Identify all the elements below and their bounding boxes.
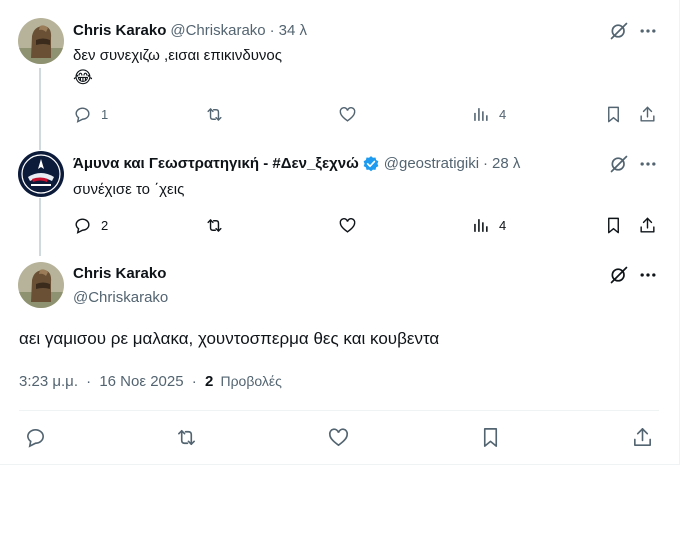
reply-button[interactable]: 1 (73, 105, 108, 124)
retweet-icon (207, 108, 222, 121)
verified-badge-icon (362, 155, 380, 173)
share-icon (634, 428, 651, 446)
views-icon (474, 108, 488, 121)
author-name[interactable]: Chris Karako (73, 21, 166, 41)
like-button[interactable] (327, 426, 351, 450)
divider (19, 410, 659, 411)
tweet-meta: 3:23 μ.μ. · 16 Νοε 2025 · 2 Προβολές (19, 371, 282, 392)
like-icon (339, 107, 356, 122)
author-name[interactable]: Chris Karako (73, 264, 166, 284)
reply-count: 1 (101, 107, 109, 122)
tweet-time[interactable]: 28 λ (492, 154, 520, 174)
bookmark-icon (483, 428, 498, 447)
like-button[interactable] (338, 216, 357, 235)
more-icon[interactable] (637, 20, 659, 42)
reply-button[interactable]: 2 (73, 216, 108, 235)
separator: · (269, 22, 275, 39)
bookmark-button[interactable] (479, 426, 503, 450)
avatar[interactable] (18, 262, 64, 308)
separator: · (483, 155, 489, 172)
separator: · (191, 373, 197, 390)
views-icon (474, 219, 488, 232)
bookmark-button[interactable] (604, 216, 623, 235)
conversation-panel: Chris Karako @Chriskarako · 34 λ δεν συν… (0, 0, 680, 465)
reply-icon (75, 218, 90, 234)
author-handle[interactable]: @geostratigiki (384, 154, 479, 174)
tweet-header: Chris Karako @Chriskarako · 34 λ (73, 21, 307, 41)
more-icon[interactable] (637, 264, 659, 286)
tweet-time[interactable]: 34 λ (279, 21, 307, 41)
views-count: 2 (204, 373, 214, 390)
tweet-time[interactable]: 3:23 μ.μ. (19, 373, 78, 390)
share-icon (640, 217, 655, 233)
share-button[interactable] (631, 426, 655, 450)
like-button[interactable] (338, 105, 357, 124)
reply-count: 2 (101, 218, 109, 233)
tweet-date[interactable]: 16 Νοε 2025 (99, 373, 183, 390)
tweet-emoji: 😂 (73, 68, 93, 87)
tweet-text: συνέχισε το ΄χεις (73, 181, 185, 198)
retweet-icon (207, 219, 222, 232)
reply-icon (75, 107, 90, 123)
avatar[interactable] (18, 151, 64, 197)
separator: · (86, 373, 92, 390)
share-icon (640, 106, 655, 122)
views-count: 4 (499, 107, 507, 122)
tweet-header: Άμυνα και Γεωστρατηγική - #Δεν_ξεχνώ @ge… (73, 154, 520, 174)
reply-icon (27, 429, 44, 448)
views-button[interactable]: 4 (471, 105, 506, 124)
thread-line (39, 198, 41, 256)
like-icon (329, 428, 348, 447)
like-icon (339, 218, 356, 233)
author-handle[interactable]: @Chriskarako (170, 21, 265, 41)
retweet-button[interactable] (175, 426, 199, 450)
views-label: Προβολές (220, 373, 282, 389)
reply-button[interactable] (24, 426, 48, 450)
thread-line (39, 68, 41, 150)
avatar[interactable] (18, 18, 64, 64)
tweet-text: δεν συνεχιζω ,εισαι επικινδυνος (73, 47, 282, 64)
retweet-icon (178, 429, 195, 446)
author-name[interactable]: Άμυνα και Γεωστρατηγική - #Δεν_ξεχνώ (73, 154, 359, 174)
retweet-button[interactable] (205, 105, 224, 124)
grok-icon[interactable] (608, 264, 630, 286)
grok-icon[interactable] (608, 20, 630, 42)
views-button[interactable]: 4 (471, 216, 506, 235)
bookmark-icon (608, 217, 619, 234)
author-handle[interactable]: @Chriskarako (73, 288, 168, 308)
more-icon[interactable] (637, 153, 659, 175)
bookmark-button[interactable] (604, 105, 623, 124)
share-button[interactable] (638, 216, 657, 235)
views-count: 4 (499, 218, 507, 233)
tweet-text: αει γαμισου ρε μαλακα, χουντοσπερμα θες … (19, 329, 440, 348)
retweet-button[interactable] (205, 216, 224, 235)
share-button[interactable] (638, 105, 657, 124)
bookmark-icon (608, 106, 619, 123)
grok-icon[interactable] (608, 153, 630, 175)
